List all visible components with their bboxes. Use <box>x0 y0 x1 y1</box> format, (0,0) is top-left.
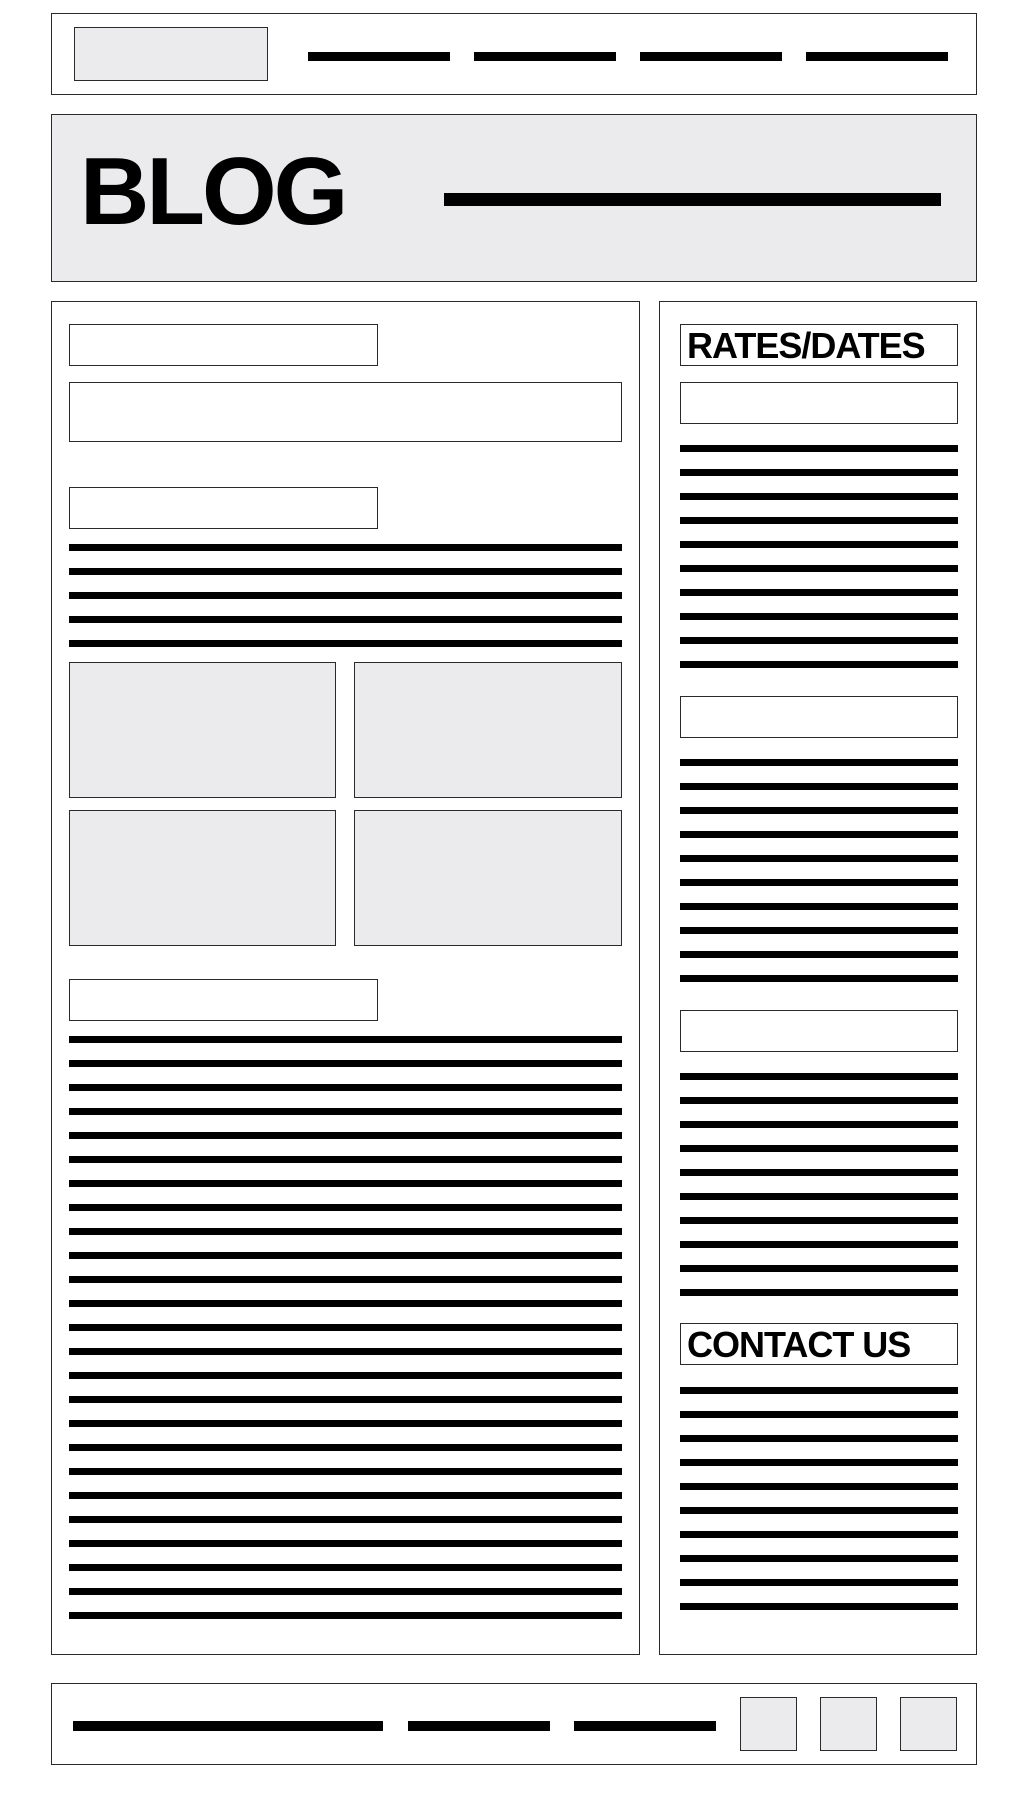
image-placeholder-2[interactable] <box>354 662 622 798</box>
top-nav <box>51 13 977 95</box>
page-title: BLOG <box>80 138 346 245</box>
social-icon-2[interactable] <box>820 1697 877 1751</box>
sidebar: RATES/DATES CONTACT US <box>659 301 977 1655</box>
social-icon-1[interactable] <box>740 1697 797 1751</box>
tagline-line <box>444 193 941 206</box>
sidebar-subheading-2 <box>680 696 958 738</box>
post-subtitle-placeholder <box>69 382 622 442</box>
sidebar-subheading-3 <box>680 1010 958 1052</box>
nav-link-1[interactable] <box>308 52 450 61</box>
social-icon-3[interactable] <box>900 1697 957 1751</box>
contact-us-heading: CONTACT US <box>680 1323 958 1365</box>
sidebar-text-2 <box>680 759 958 989</box>
sidebar-text-1 <box>680 445 958 675</box>
hero-banner: BLOG <box>51 114 977 282</box>
nav-link-2[interactable] <box>474 52 616 61</box>
main-column <box>51 301 640 1655</box>
paragraph-2 <box>69 1036 622 1636</box>
image-placeholder-1[interactable] <box>69 662 336 798</box>
footer <box>51 1683 977 1765</box>
image-placeholder-3[interactable] <box>69 810 336 946</box>
paragraph-1 <box>69 544 622 654</box>
footer-link-3[interactable] <box>574 1721 716 1731</box>
section-heading-placeholder-2 <box>69 979 378 1021</box>
image-placeholder-4[interactable] <box>354 810 622 946</box>
post-title-placeholder <box>69 324 378 366</box>
footer-link-1[interactable] <box>73 1721 383 1731</box>
nav-link-3[interactable] <box>640 52 782 61</box>
contact-text <box>680 1387 958 1617</box>
footer-link-2[interactable] <box>408 1721 550 1731</box>
section-heading-placeholder <box>69 487 378 529</box>
rates-dates-heading: RATES/DATES <box>680 324 958 366</box>
nav-link-4[interactable] <box>806 52 948 61</box>
sidebar-subheading-1 <box>680 382 958 424</box>
logo-placeholder[interactable] <box>74 27 268 81</box>
sidebar-text-3 <box>680 1073 958 1303</box>
